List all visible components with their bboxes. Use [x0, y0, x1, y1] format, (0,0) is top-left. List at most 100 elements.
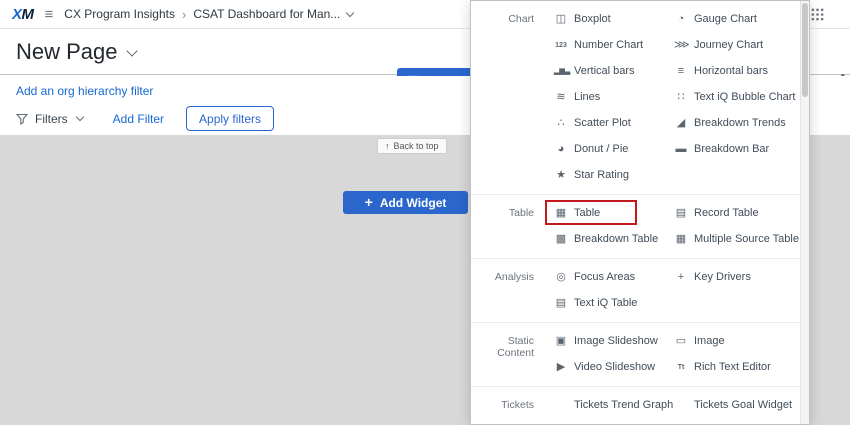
menu-item-image[interactable]: ▭ Image: [666, 328, 800, 354]
menu-item-label: Tickets Trend Graph: [574, 399, 674, 411]
menu-item-record-table[interactable]: ▤ Record Table: [666, 200, 800, 226]
menu-item-label: Multiple Source Table: [694, 233, 799, 245]
apps-grid-icon[interactable]: [811, 8, 824, 21]
menu-item-label: Vertical bars: [574, 65, 635, 77]
focus-areas-icon: ◎: [556, 270, 566, 283]
lines-icon: ≋: [556, 90, 566, 103]
menu-item-gauge-chart[interactable]: ◔ Gauge Chart: [666, 6, 800, 32]
widget-menu-sections: Chart ◫ Boxplot ◔ Gauge Chart 123 Number Chart…: [471, 1, 800, 424]
menu-item-label: Breakdown Trends: [694, 117, 786, 129]
page-title-chevron-down-icon[interactable]: [125, 44, 138, 57]
menu-item-label: Breakdown Bar: [694, 143, 770, 155]
menu-section-analysis: Analysis ◎ Focus Areas + Key Drivers ▤ Text iQ…: [471, 259, 800, 323]
menu-section-table: Table ▦ Table ▤ Record Table ▩ Breakdown Table…: [471, 195, 800, 259]
menu-item-key-drivers[interactable]: + Key Drivers: [666, 264, 800, 290]
rich-text-editor-icon: Tt: [677, 363, 685, 371]
breakdown-trends-icon: ◢: [676, 116, 686, 129]
breadcrumb-item-program[interactable]: CX Program Insights: [64, 7, 175, 21]
xm-logo[interactable]: XM: [12, 6, 34, 23]
scrollbar-track[interactable]: [800, 1, 809, 424]
menu-item-star-rating[interactable]: ★ Star Rating: [546, 162, 666, 188]
hamburger-menu-icon[interactable]: ≡: [45, 7, 54, 22]
menu-item-vertical-bars[interactable]: ▂▆▃ Vertical bars: [546, 58, 666, 84]
add-org-hierarchy-filter-link[interactable]: Add an org hierarchy filter: [16, 84, 153, 98]
breakdown-bar-icon: ▬: [675, 142, 687, 155]
menu-item-table[interactable]: ▦ Table: [545, 200, 666, 226]
menu-item-label: Lines: [574, 91, 601, 103]
menu-item-tickets-goal-widget[interactable]: Tickets Goal Widget: [666, 392, 800, 418]
menu-item-label: Star Rating: [574, 169, 630, 181]
add-filter-link[interactable]: Add Filter: [113, 112, 164, 126]
scrollbar-thumb[interactable]: [802, 3, 808, 97]
funnel-icon: [16, 113, 28, 125]
menu-item-label: Boxplot: [574, 13, 611, 25]
menu-item-breakdown-table[interactable]: ▩ Breakdown Table: [546, 226, 666, 252]
record-table-icon: ▤: [675, 206, 687, 219]
menu-item-scatter-plot[interactable]: ∴ Scatter Plot: [546, 110, 666, 136]
widget-menu-panel: Chart ◫ Boxplot ◔ Gauge Chart 123 Number Chart…: [470, 0, 810, 425]
breadcrumb-separator: ›: [182, 6, 187, 22]
chevron-down-icon: [75, 112, 84, 122]
chevron-down-icon[interactable]: [346, 8, 355, 17]
menu-section-tickets: Tickets Tickets Trend Graph Tickets Goal W…: [471, 387, 800, 424]
menu-item-single-ticket-viewer[interactable]: Single Ticket Viewer: [546, 418, 666, 424]
section-label: Static Content: [497, 335, 534, 359]
section-items: Tickets Trend Graph Tickets Goal Widget Si…: [546, 392, 800, 424]
menu-item-text-iq-bubble-chart[interactable]: ∷ Text iQ Bubble Chart: [666, 84, 800, 110]
menu-item-label: Record Table: [694, 207, 759, 219]
back-to-top-button[interactable]: ↑ Back to top: [377, 138, 447, 154]
menu-section-chart: Chart ◫ Boxplot ◔ Gauge Chart 123 Number Chart…: [471, 1, 800, 195]
menu-item-label: Focus Areas: [574, 271, 636, 283]
menu-item-breakdown-bar[interactable]: ▬ Breakdown Bar: [666, 136, 800, 162]
menu-item-multiple-source-table[interactable]: ▦ Multiple Source Table: [666, 226, 800, 252]
breadcrumb-item-dashboard[interactable]: CSAT Dashboard for Man...: [193, 7, 340, 21]
video-slideshow-icon: ▶: [556, 360, 566, 373]
apply-filters-button[interactable]: Apply filters: [186, 106, 275, 131]
plus-icon: +: [364, 194, 373, 210]
menu-item-number-chart[interactable]: 123 Number Chart: [546, 32, 666, 58]
section-items: ◎ Focus Areas + Key Drivers ▤ Text iQ Table: [546, 264, 800, 316]
filters-label: Filters: [35, 111, 68, 126]
multiple-source-table-icon: ▦: [675, 232, 687, 245]
section-label: Chart: [508, 13, 534, 25]
menu-item-boxplot[interactable]: ◫ Boxplot: [546, 6, 666, 32]
add-widget-label: Add Widget: [379, 195, 447, 210]
filters-dropdown[interactable]: Filters: [16, 111, 84, 126]
menu-item-horizontal-bars[interactable]: ≡ Horizontal bars: [666, 58, 800, 84]
section-items: ▦ Table ▤ Record Table ▩ Breakdown Table ▦ Mult…: [545, 200, 800, 252]
menu-item-label: Journey Chart: [694, 39, 764, 51]
menu-item-label: Breakdown Table: [574, 233, 659, 245]
page-title: New Page: [16, 39, 118, 64]
menu-item-text-iq-table[interactable]: ▤ Text iQ Table: [546, 290, 666, 316]
menu-item-donut-pie[interactable]: ◕ Donut / Pie: [546, 136, 666, 162]
text-iq-table-icon: ▤: [555, 296, 567, 309]
menu-item-rich-text-editor[interactable]: Tt Rich Text Editor: [666, 354, 800, 380]
text-iq-bubble-chart-icon: ∷: [677, 90, 685, 103]
menu-item-tickets-list-viewer[interactable]: Tickets List Viewer: [666, 418, 800, 424]
section-items: ▣ Image Slideshow ▭ Image ▶ Video Slideshow Tt…: [546, 328, 800, 380]
section-items: ◫ Boxplot ◔ Gauge Chart 123 Number Chart ⋙ Jour…: [546, 6, 800, 188]
section-label: Table: [508, 207, 534, 219]
page-title-wrap: New Page: [16, 39, 138, 65]
menu-item-label: Scatter Plot: [574, 117, 631, 129]
menu-item-image-slideshow[interactable]: ▣ Image Slideshow: [546, 328, 666, 354]
table-icon: ▦: [555, 206, 567, 219]
menu-item-journey-chart[interactable]: ⋙ Journey Chart: [666, 32, 800, 58]
menu-item-label: Video Slideshow: [574, 361, 656, 373]
gauge-chart-icon: ◔: [677, 12, 685, 25]
menu-item-focus-areas[interactable]: ◎ Focus Areas: [546, 264, 666, 290]
menu-item-label: Tickets Goal Widget: [694, 399, 793, 411]
section-label: Analysis: [494, 271, 534, 283]
image-slideshow-icon: ▣: [555, 334, 567, 347]
vertical-bars-icon: ▂▆▃: [554, 67, 571, 75]
menu-item-tickets-trend-graph[interactable]: Tickets Trend Graph: [546, 392, 673, 418]
xm-logo-m: M: [21, 5, 35, 23]
menu-item-label: Image Slideshow: [574, 335, 658, 347]
xm-logo-x: X: [12, 5, 22, 23]
menu-item-breakdown-trends[interactable]: ◢ Breakdown Trends: [666, 110, 800, 136]
menu-item-video-slideshow[interactable]: ▶ Video Slideshow: [546, 354, 666, 380]
menu-item-lines[interactable]: ≋ Lines: [546, 84, 666, 110]
add-widget-button[interactable]: + Add Widget: [343, 191, 468, 214]
menu-item-label: Text iQ Bubble Chart: [694, 91, 796, 103]
menu-item-label: Text iQ Table: [574, 297, 638, 309]
